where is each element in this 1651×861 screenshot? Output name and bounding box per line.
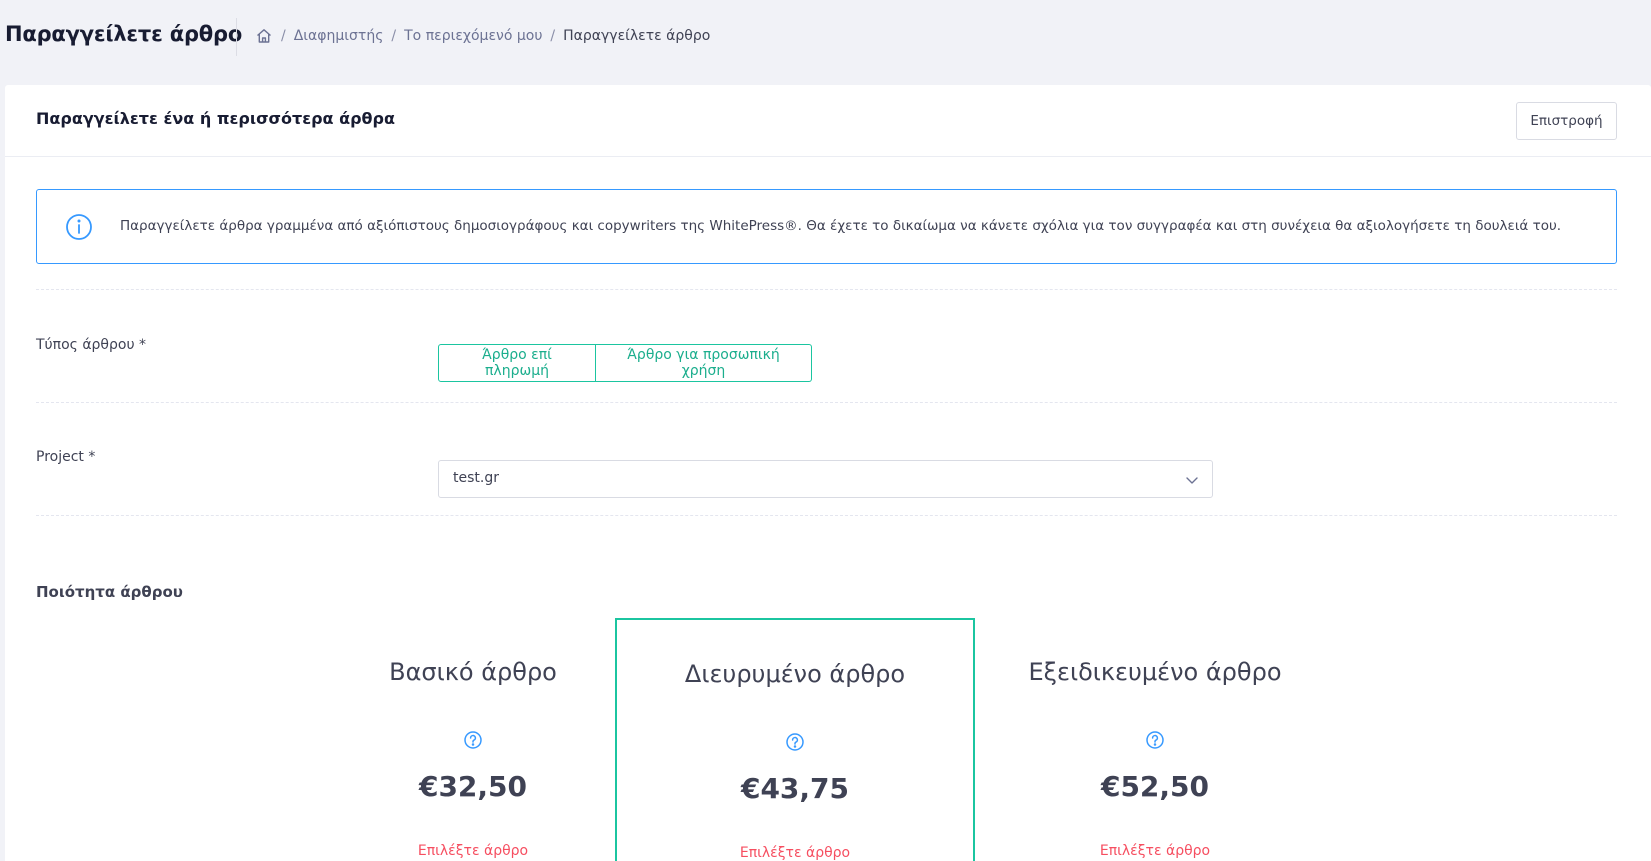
package-specialized[interactable]: Εξειδικευμένο άρθρο €52,50 Επιλέξτε άρθρ… bbox=[975, 618, 1335, 861]
info-alert: Παραγγείλετε άρθρα γραμμένα από αξιόπιστ… bbox=[36, 189, 1617, 264]
personal-article-option[interactable]: Άρθρο για προσωπική χρήση bbox=[596, 344, 812, 382]
info-text: Παραγγείλετε άρθρα γραμμένα από αξιόπιστ… bbox=[120, 218, 1562, 234]
article-type-label: Τύπος άρθρου * bbox=[36, 337, 146, 353]
breadcrumb-advertiser[interactable]: Διαφημιστής bbox=[294, 28, 384, 44]
title-separator bbox=[236, 18, 237, 56]
project-select-value: test.gr bbox=[453, 470, 499, 486]
breadcrumb-separator: / bbox=[281, 28, 286, 44]
card-title: Παραγγείλετε ένα ή περισσότερα άρθρα bbox=[36, 109, 395, 128]
package-name: Διευρυμένο άρθρο bbox=[684, 660, 906, 688]
package-price: €32,50 bbox=[418, 770, 528, 803]
article-type-toggle: Άρθρο επί πληρωμή Άρθρο για προσωπική χρ… bbox=[438, 344, 812, 382]
breadcrumb: / Διαφημιστής / Το περιεχόμενό μου / Παρ… bbox=[255, 27, 710, 45]
package-price: €52,50 bbox=[1100, 770, 1210, 803]
chevron-down-icon bbox=[1184, 472, 1200, 488]
select-package-link[interactable]: Επιλέξτε άρθρο bbox=[975, 843, 1335, 859]
divider bbox=[36, 515, 1617, 516]
page-title: Παραγγείλετε άρθρο bbox=[5, 22, 243, 46]
project-select[interactable]: test.gr bbox=[438, 460, 1213, 498]
order-card: Παραγγείλετε ένα ή περισσότερα άρθρα Επι… bbox=[5, 85, 1651, 861]
info-circle-icon bbox=[65, 213, 93, 241]
package-extended[interactable]: Διευρυμένο άρθρο €43,75 Επιλέξτε άρθρο bbox=[615, 618, 975, 861]
breadcrumb-separator: / bbox=[391, 28, 397, 44]
question-circle-icon[interactable] bbox=[1145, 730, 1165, 750]
package-name: Εξειδικευμένο άρθρο bbox=[1028, 658, 1282, 686]
package-price: €43,75 bbox=[740, 772, 850, 805]
divider bbox=[36, 402, 1617, 403]
paid-article-option[interactable]: Άρθρο επί πληρωμή bbox=[438, 344, 596, 382]
back-button[interactable]: Επιστροφή bbox=[1516, 102, 1617, 140]
card-header: Παραγγείλετε ένα ή περισσότερα άρθρα Επι… bbox=[5, 85, 1651, 157]
article-quality-title: Ποιότητα άρθρου bbox=[36, 583, 183, 601]
select-package-link[interactable]: Επιλέξτε άρθρο bbox=[293, 843, 653, 859]
divider bbox=[36, 289, 1617, 290]
breadcrumb-my-content[interactable]: Το περιεχόμενό μου bbox=[404, 28, 542, 44]
package-basic[interactable]: Βασικό άρθρο €32,50 Επιλέξτε άρθρο bbox=[293, 618, 653, 861]
question-circle-icon[interactable] bbox=[463, 730, 483, 750]
question-circle-icon[interactable] bbox=[785, 732, 805, 752]
home-icon[interactable] bbox=[255, 27, 273, 45]
package-name: Βασικό άρθρο bbox=[389, 658, 557, 686]
project-label: Project * bbox=[36, 449, 96, 465]
select-package-link[interactable]: Επιλέξτε άρθρο bbox=[617, 845, 973, 861]
subheader: Παραγγείλετε άρθρο / Διαφημιστής / Το πε… bbox=[0, 0, 1651, 76]
breadcrumb-current: Παραγγείλετε άρθρο bbox=[563, 28, 711, 44]
breadcrumb-separator: / bbox=[550, 28, 556, 44]
